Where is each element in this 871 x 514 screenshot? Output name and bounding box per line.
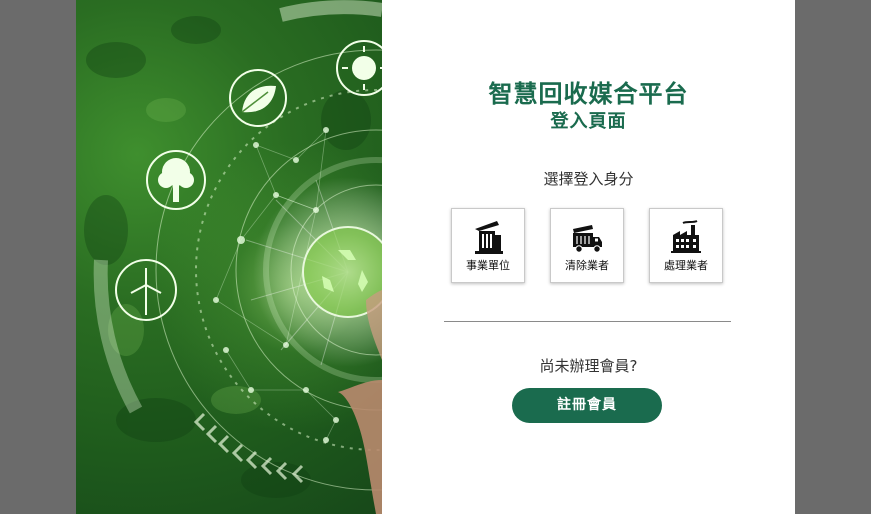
role-label: 處理業者: [664, 259, 708, 272]
hero-image: [76, 0, 382, 514]
not-member-text: 尚未辦理會員?: [539, 357, 638, 375]
sun-icon: [336, 40, 382, 96]
page-subtitle: 登入頁面: [550, 111, 627, 132]
page-title: 智慧回收媒合平台: [488, 80, 689, 108]
role-label: 事業單位: [466, 259, 510, 272]
garbage-truck-icon: [573, 225, 602, 253]
role-collector-button[interactable]: 清除業者: [550, 208, 624, 283]
divider: [444, 321, 731, 322]
tree-icon: [146, 150, 206, 210]
register-button[interactable]: 註冊會員: [512, 388, 662, 423]
office-building-icon: [475, 221, 503, 254]
role-label: 清除業者: [565, 259, 609, 272]
factory-icon: [671, 220, 701, 253]
choose-role-prompt: 選擇登入身分: [543, 170, 634, 188]
role-processor-button[interactable]: 處理業者: [649, 208, 723, 283]
role-business-button[interactable]: 事業單位: [451, 208, 525, 283]
login-panel: 智慧回收媒合平台 登入頁面 選擇登入身分 事業單位 清除業者 處理業者 尚未辦理…: [382, 0, 795, 514]
role-selector: 事業單位 清除業者 處理業者: [451, 208, 723, 283]
eco-illustration: [84, 0, 382, 514]
wind-turbine-icon: [115, 259, 177, 321]
login-modal: 智慧回收媒合平台 登入頁面 選擇登入身分 事業單位 清除業者 處理業者 尚未辦理…: [76, 0, 795, 514]
